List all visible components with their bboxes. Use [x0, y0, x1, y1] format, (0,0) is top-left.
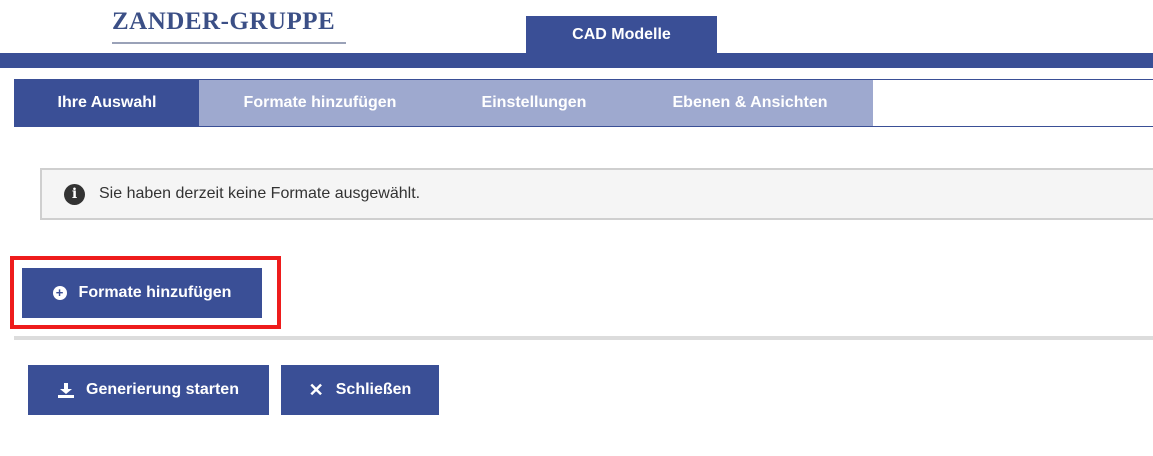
info-message-box: i Sie haben derzeit keine Formate ausgew… — [40, 168, 1153, 220]
start-generation-button[interactable]: Generierung starten — [28, 365, 269, 415]
info-message-text: Sie haben derzeit keine Formate ausgewäh… — [99, 185, 421, 202]
separator — [14, 336, 1153, 340]
download-icon — [58, 382, 75, 398]
add-formats-button[interactable]: + Formate hinzufügen — [22, 268, 262, 318]
tab-ebenen-ansichten[interactable]: Ebenen & Ansichten — [627, 80, 873, 126]
close-icon: ✕ — [308, 379, 324, 400]
brand-logo: ZANDER-GRUPPE — [112, 8, 336, 35]
info-circle-icon: i — [64, 183, 85, 205]
tab-ihre-auswahl[interactable]: Ihre Auswahl — [15, 80, 199, 126]
add-formats-label: Formate hinzufügen — [78, 284, 232, 301]
start-generation-label: Generierung starten — [86, 381, 239, 398]
header-bar — [0, 53, 1153, 68]
close-button[interactable]: ✕ Schließen — [281, 365, 439, 415]
tab-einstellungen[interactable]: Einstellungen — [441, 80, 627, 126]
tab-cad-modelle[interactable]: CAD Modelle — [526, 16, 717, 53]
wizard-tabs: Ihre Auswahl Formate hinzufügen Einstell… — [14, 79, 1153, 127]
plus-circle-icon: + — [52, 286, 67, 300]
tab-formate-hinzufuegen[interactable]: Formate hinzufügen — [199, 80, 441, 126]
close-label: Schließen — [335, 381, 412, 398]
logo-underline — [112, 42, 346, 44]
tab-strip-filler — [873, 80, 1153, 126]
